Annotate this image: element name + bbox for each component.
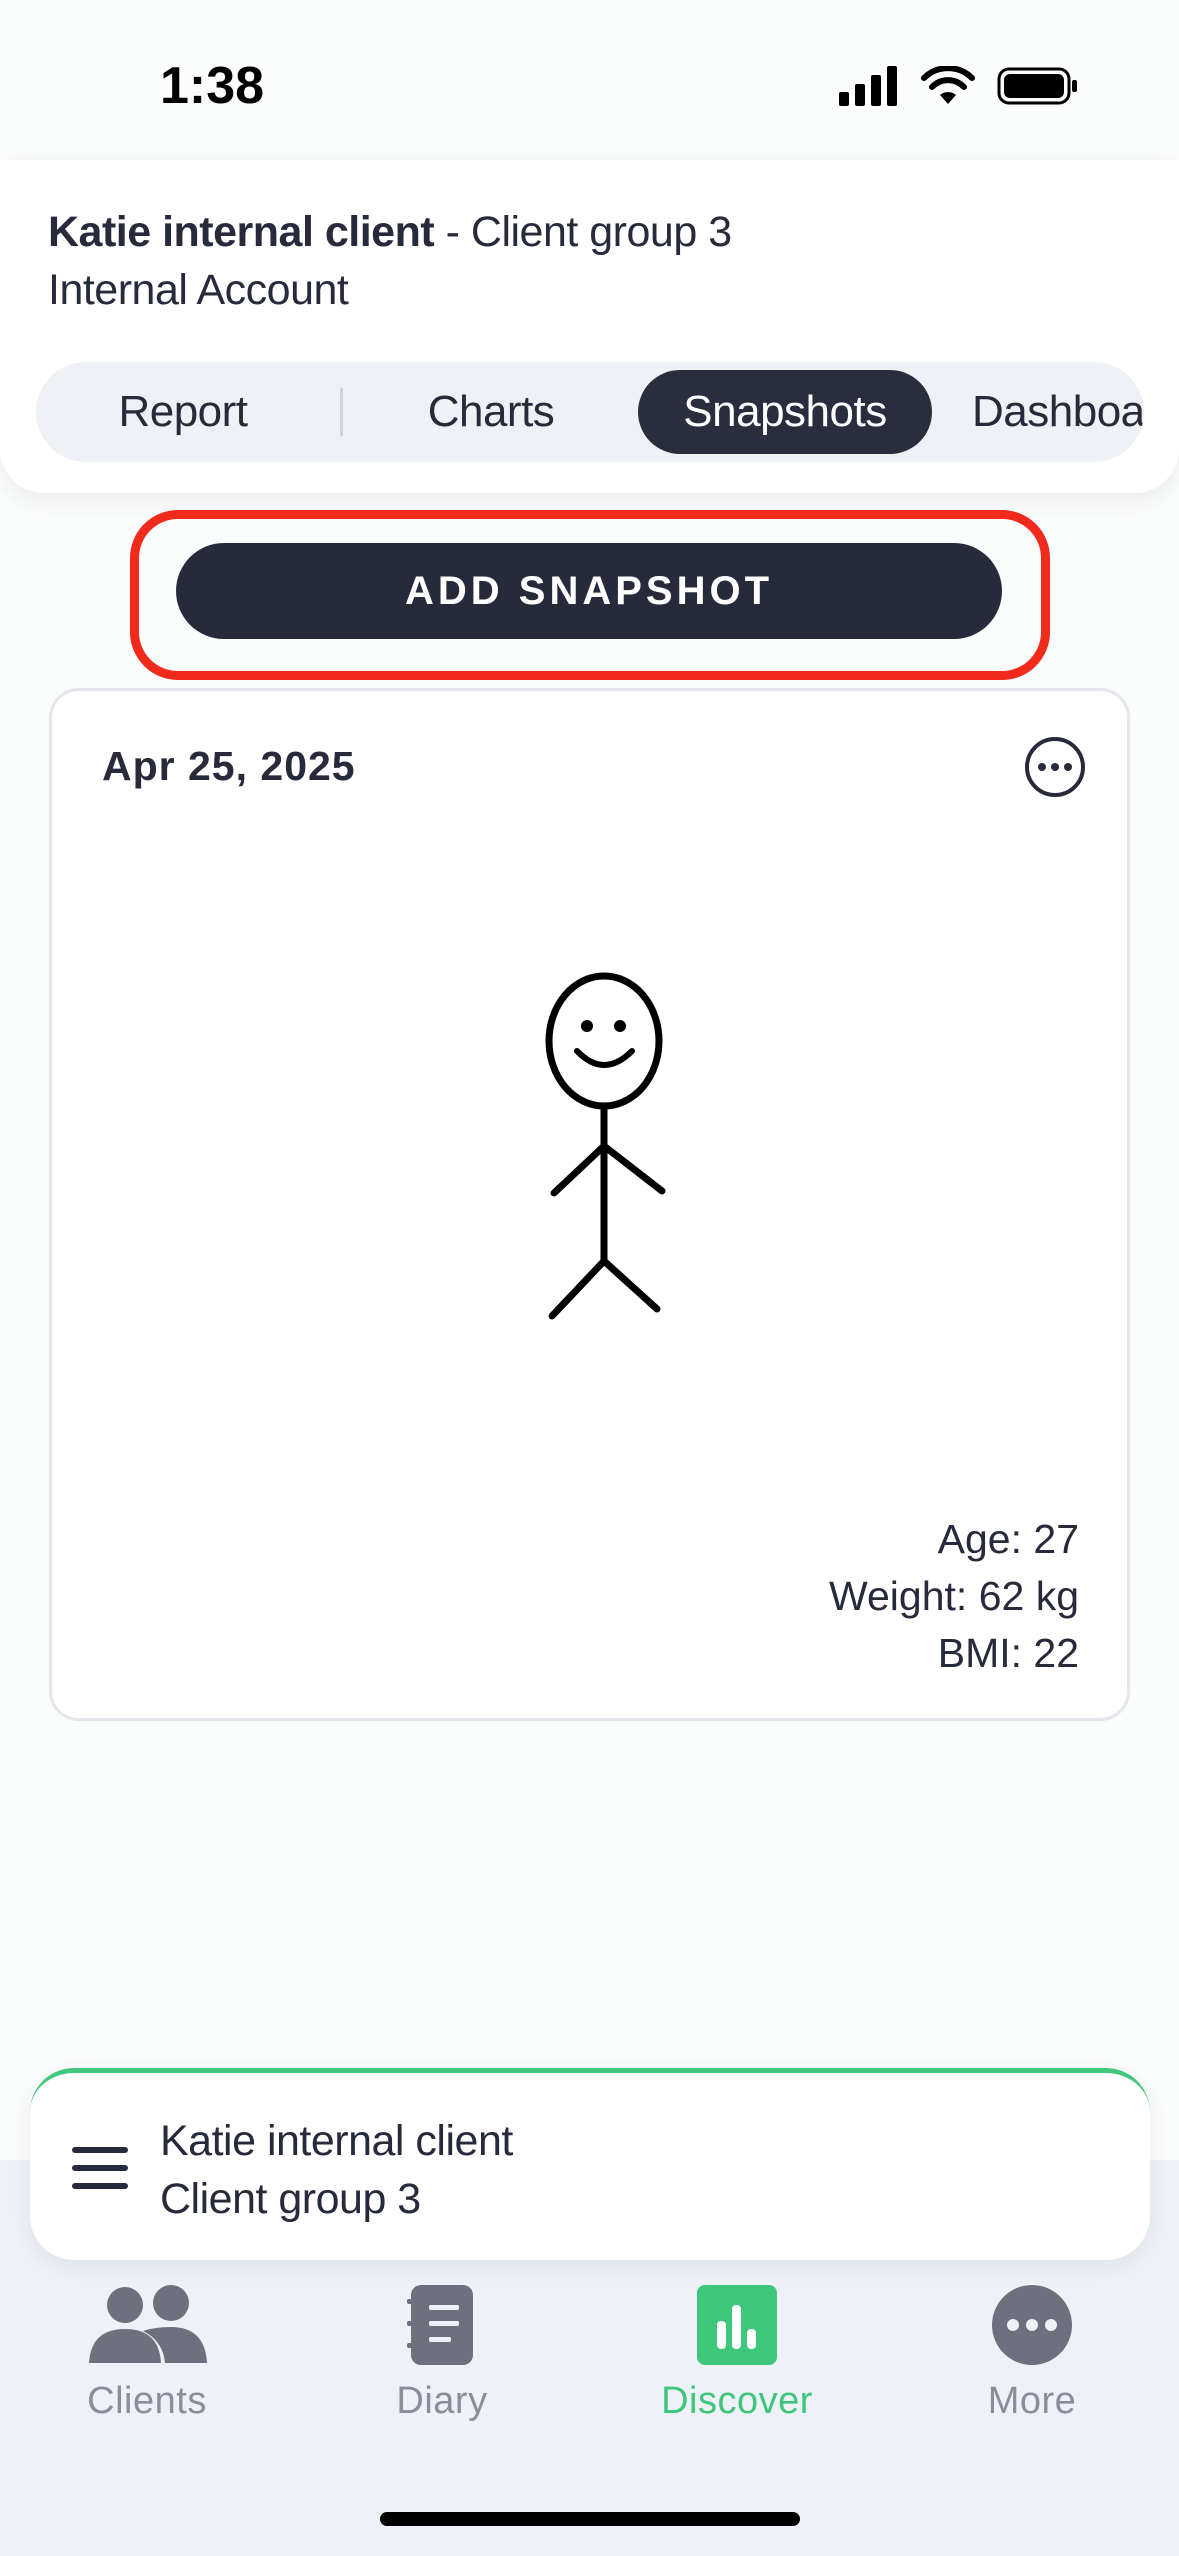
status-icons	[839, 66, 1079, 106]
tabbar-item-clients[interactable]: Clients	[27, 2280, 267, 2423]
discover-icon	[697, 2285, 777, 2365]
cellular-signal-icon	[839, 66, 897, 106]
battery-icon	[997, 67, 1077, 105]
client-bar-group: Client group 3	[160, 2175, 421, 2223]
diary-icon	[407, 2285, 473, 2365]
home-indicator	[380, 2512, 800, 2526]
stat-weight: Weight: 62 kg	[829, 1573, 1079, 1619]
tab-snapshots[interactable]: Snapshots	[638, 370, 932, 454]
add-snapshot-button[interactable]: ADD SNAPSHOT	[176, 543, 1002, 639]
more-horizontal-icon[interactable]	[1023, 735, 1087, 799]
tabbar-item-diary[interactable]: Diary	[322, 2280, 562, 2423]
snapshot-card[interactable]: Apr 25, 2025 Age: 27 Weight: 62 kg BMI: …	[49, 688, 1130, 1721]
client-switcher-bar[interactable]: Katie internal client Client group 3	[30, 2068, 1150, 2260]
client-group: - Client group 3	[434, 208, 733, 256]
tabbar-label-diary: Diary	[396, 2380, 488, 2422]
tab-divider	[340, 388, 343, 436]
tab-dashboard[interactable]: Dashboa	[972, 370, 1144, 454]
tabbar-item-more[interactable]: More	[912, 2280, 1152, 2423]
client-header: Katie internal client - Client group 3 I…	[0, 160, 1179, 493]
clients-icon	[89, 2285, 207, 2363]
more-icon	[992, 2285, 1072, 2365]
wifi-icon	[921, 66, 975, 104]
status-time: 1:38	[160, 57, 265, 115]
stick-figure-image	[545, 972, 666, 1320]
hamburger-menu-icon[interactable]	[72, 2147, 128, 2189]
client-title: Katie internal client - Client group 3	[48, 208, 732, 257]
tab-report[interactable]: Report	[56, 370, 310, 454]
tabbar-label-clients: Clients	[87, 2380, 207, 2422]
client-name: Katie internal client	[48, 208, 435, 256]
snapshot-date: Apr 25, 2025	[102, 743, 356, 789]
tab-charts[interactable]: Charts	[366, 370, 616, 454]
tabbar-label-more: More	[987, 2380, 1077, 2422]
stat-age: Age: 27	[937, 1516, 1079, 1562]
segment-tabs: Report Charts Snapshots Dashboa	[36, 362, 1144, 462]
status-bar: 1:38	[0, 0, 1179, 160]
account-name: Internal Account	[48, 266, 349, 314]
stat-bmi: BMI: 22	[937, 1630, 1079, 1676]
tabbar-item-discover[interactable]: Discover	[617, 2280, 857, 2423]
tabbar-label-discover: Discover	[661, 2380, 813, 2422]
client-bar-name: Katie internal client	[160, 2117, 513, 2165]
snapshot-stats: Age: 27 Weight: 62 kg BMI: 22	[829, 1511, 1079, 1682]
